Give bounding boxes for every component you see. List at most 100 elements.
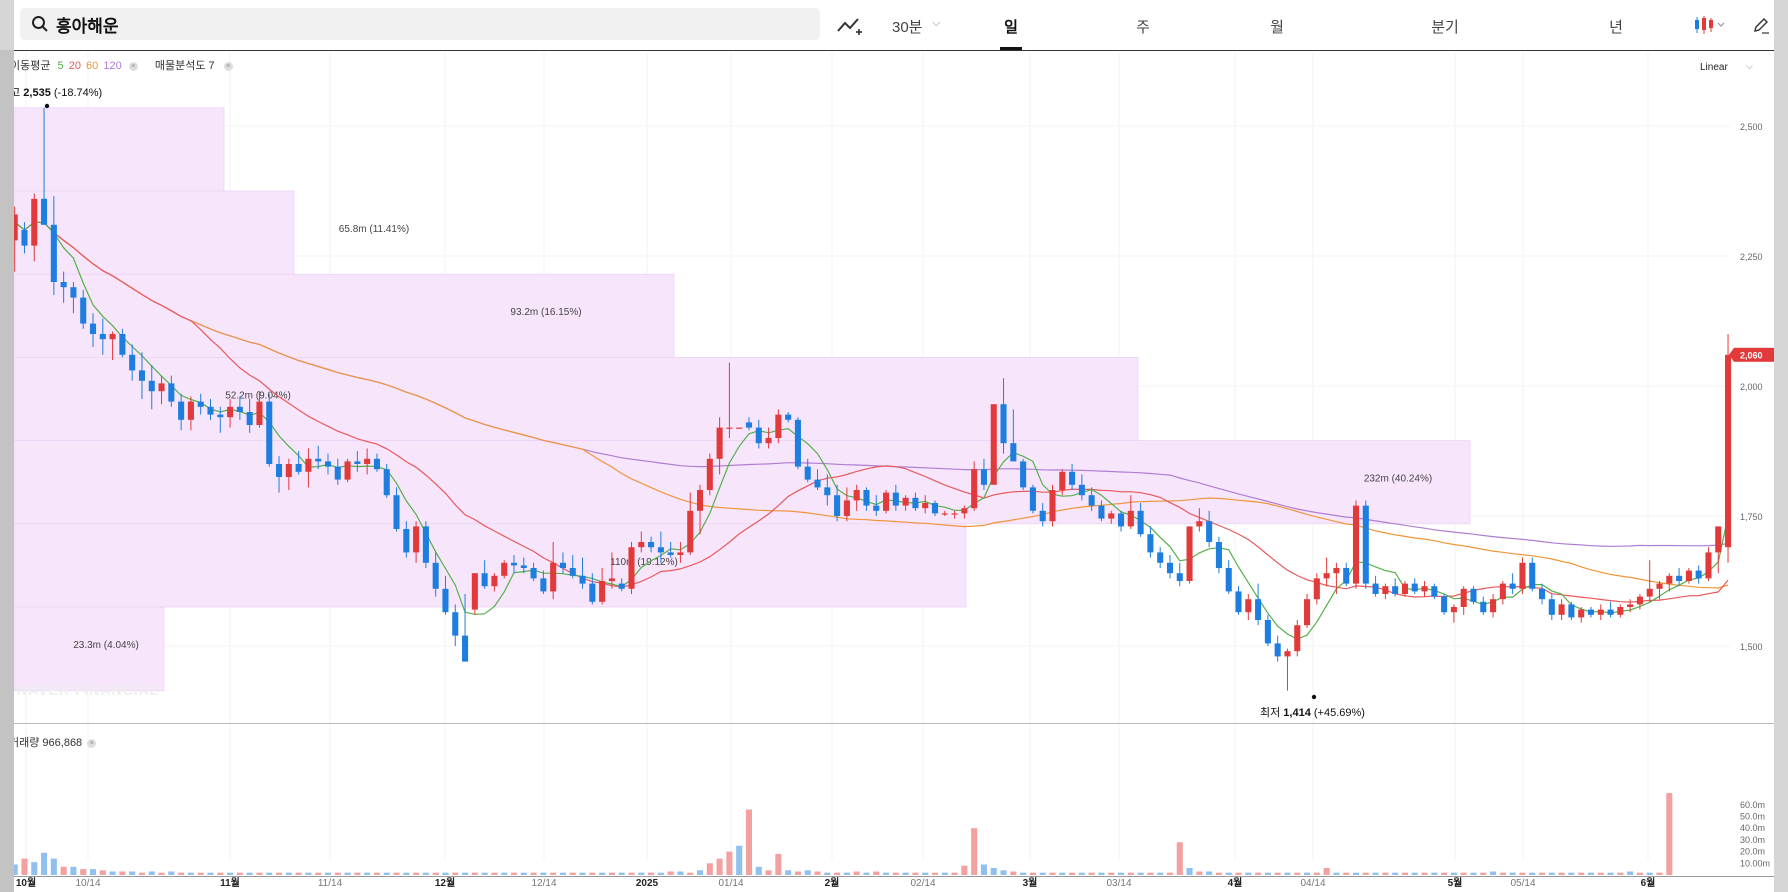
candle-body bbox=[1411, 583, 1418, 592]
candle-body bbox=[736, 427, 743, 429]
volume-bar bbox=[648, 872, 655, 875]
volume-tick-label: 30.0m bbox=[1740, 835, 1765, 845]
volume-bar bbox=[1646, 872, 1653, 875]
volume-bar bbox=[80, 869, 87, 875]
chevron-down-icon[interactable]: ⌵ bbox=[932, 17, 940, 30]
volume-bar bbox=[912, 872, 919, 875]
x-tick-label: 12월 bbox=[435, 877, 455, 889]
candle-body bbox=[1509, 583, 1516, 589]
volume-bar bbox=[1411, 872, 1418, 875]
volume-bar bbox=[89, 869, 97, 875]
volume-bar bbox=[716, 858, 723, 875]
tab-year[interactable]: 년 bbox=[1609, 16, 1623, 37]
volume-profile-bar bbox=[14, 356, 1139, 441]
candle-body bbox=[1705, 552, 1712, 579]
draw-trend-icon[interactable] bbox=[836, 15, 864, 37]
candle-body bbox=[863, 490, 870, 506]
candle-body bbox=[403, 529, 410, 553]
candle-body bbox=[794, 419, 801, 467]
candle-body bbox=[70, 287, 77, 298]
volume-bar bbox=[1343, 872, 1350, 875]
candle-body bbox=[853, 490, 860, 501]
candle-body bbox=[520, 565, 527, 568]
pencil-icon[interactable] bbox=[1752, 16, 1770, 34]
close-icon[interactable]: × bbox=[223, 61, 233, 71]
volume-bar bbox=[550, 872, 557, 875]
close-icon[interactable]: × bbox=[87, 738, 97, 748]
candle-body bbox=[1206, 521, 1213, 542]
candle-body bbox=[324, 461, 332, 467]
candle-body bbox=[716, 427, 723, 459]
x-tick-label: 2월 bbox=[825, 877, 840, 889]
low-marker bbox=[1311, 694, 1317, 700]
price-tick-label: 2,500 bbox=[1740, 122, 1763, 132]
price-axis: 2,500 2,250 2,000 1,750 1,500 2,060 bbox=[1729, 122, 1774, 652]
high-marker bbox=[44, 103, 50, 109]
volume-bar bbox=[1333, 872, 1340, 875]
candle-body bbox=[413, 526, 420, 553]
candle-body bbox=[1607, 609, 1614, 615]
candle-body bbox=[1587, 609, 1595, 615]
candle-body bbox=[922, 503, 929, 509]
volume-bar bbox=[1157, 872, 1164, 875]
volume-bar bbox=[1304, 872, 1311, 875]
candle-body bbox=[1255, 599, 1262, 620]
tab-month[interactable]: 월 bbox=[1270, 16, 1284, 37]
candle-body bbox=[1000, 404, 1007, 444]
candle-body bbox=[726, 427, 733, 429]
search-input[interactable]: 흥아해운 bbox=[20, 8, 820, 40]
chevron-down-icon[interactable]: ⌵ bbox=[1746, 61, 1753, 72]
volume-bar bbox=[315, 872, 322, 875]
candle-body bbox=[31, 198, 38, 246]
candle-body bbox=[1490, 599, 1497, 613]
candle-body bbox=[383, 469, 390, 496]
candle-body bbox=[579, 575, 586, 584]
candle-body bbox=[148, 380, 155, 392]
volume-bar bbox=[364, 872, 371, 875]
volume-bar bbox=[608, 872, 615, 875]
volume-profile-bar bbox=[14, 107, 225, 192]
candle-body bbox=[696, 490, 704, 511]
volume-bar bbox=[540, 872, 547, 875]
volume-bar bbox=[197, 872, 204, 875]
price-chart: 65.8m (11.41%) 93.2m (16.15%) 52.2m (9.04%… bbox=[14, 52, 1774, 889]
candle-body bbox=[971, 469, 978, 509]
candle-body bbox=[364, 458, 371, 464]
volume-bar bbox=[1108, 872, 1115, 875]
candle-body bbox=[1069, 471, 1076, 485]
tab-day[interactable]: 일 bbox=[1004, 16, 1018, 37]
scale-select[interactable]: Linear bbox=[1700, 62, 1728, 73]
candle-body bbox=[677, 552, 684, 555]
volume-bar bbox=[50, 858, 57, 875]
candle-body bbox=[1127, 510, 1134, 527]
volume-bar bbox=[961, 865, 968, 875]
tab-week[interactable]: 주 bbox=[1136, 16, 1150, 37]
volume-bar bbox=[892, 872, 899, 875]
candle-body bbox=[1666, 575, 1673, 584]
candle-body bbox=[1264, 620, 1271, 644]
candle-body bbox=[1382, 586, 1389, 594]
candle-body bbox=[1431, 586, 1438, 597]
candle-body bbox=[1519, 562, 1526, 589]
volume-bar bbox=[569, 872, 576, 875]
candle-body bbox=[1480, 601, 1487, 613]
candle-body bbox=[1695, 570, 1702, 579]
candle-body bbox=[1362, 505, 1369, 584]
volume-bar bbox=[168, 871, 175, 875]
volume-bar bbox=[14, 864, 18, 875]
interval-select[interactable]: 30분 bbox=[892, 16, 923, 37]
volume-profile-label: 매물분석도 7 bbox=[154, 60, 215, 72]
candle-body bbox=[14, 214, 18, 241]
stock-chart-window: 65.8m (11.41%) 93.2m (16.15%) 52.2m (9.04%… bbox=[14, 0, 1774, 892]
volume-bar bbox=[1499, 872, 1506, 875]
tab-quarter[interactable]: 분기 bbox=[1431, 16, 1459, 37]
candle-body bbox=[1597, 609, 1604, 615]
volume-bar bbox=[1529, 872, 1536, 875]
volume-bar bbox=[1636, 872, 1643, 875]
close-icon[interactable]: × bbox=[128, 61, 138, 71]
volume-bar bbox=[1284, 872, 1291, 875]
candle-type-icon[interactable] bbox=[1692, 14, 1726, 36]
candle-body bbox=[1676, 575, 1683, 581]
volume-bar bbox=[275, 872, 283, 875]
candle-body bbox=[775, 414, 782, 438]
